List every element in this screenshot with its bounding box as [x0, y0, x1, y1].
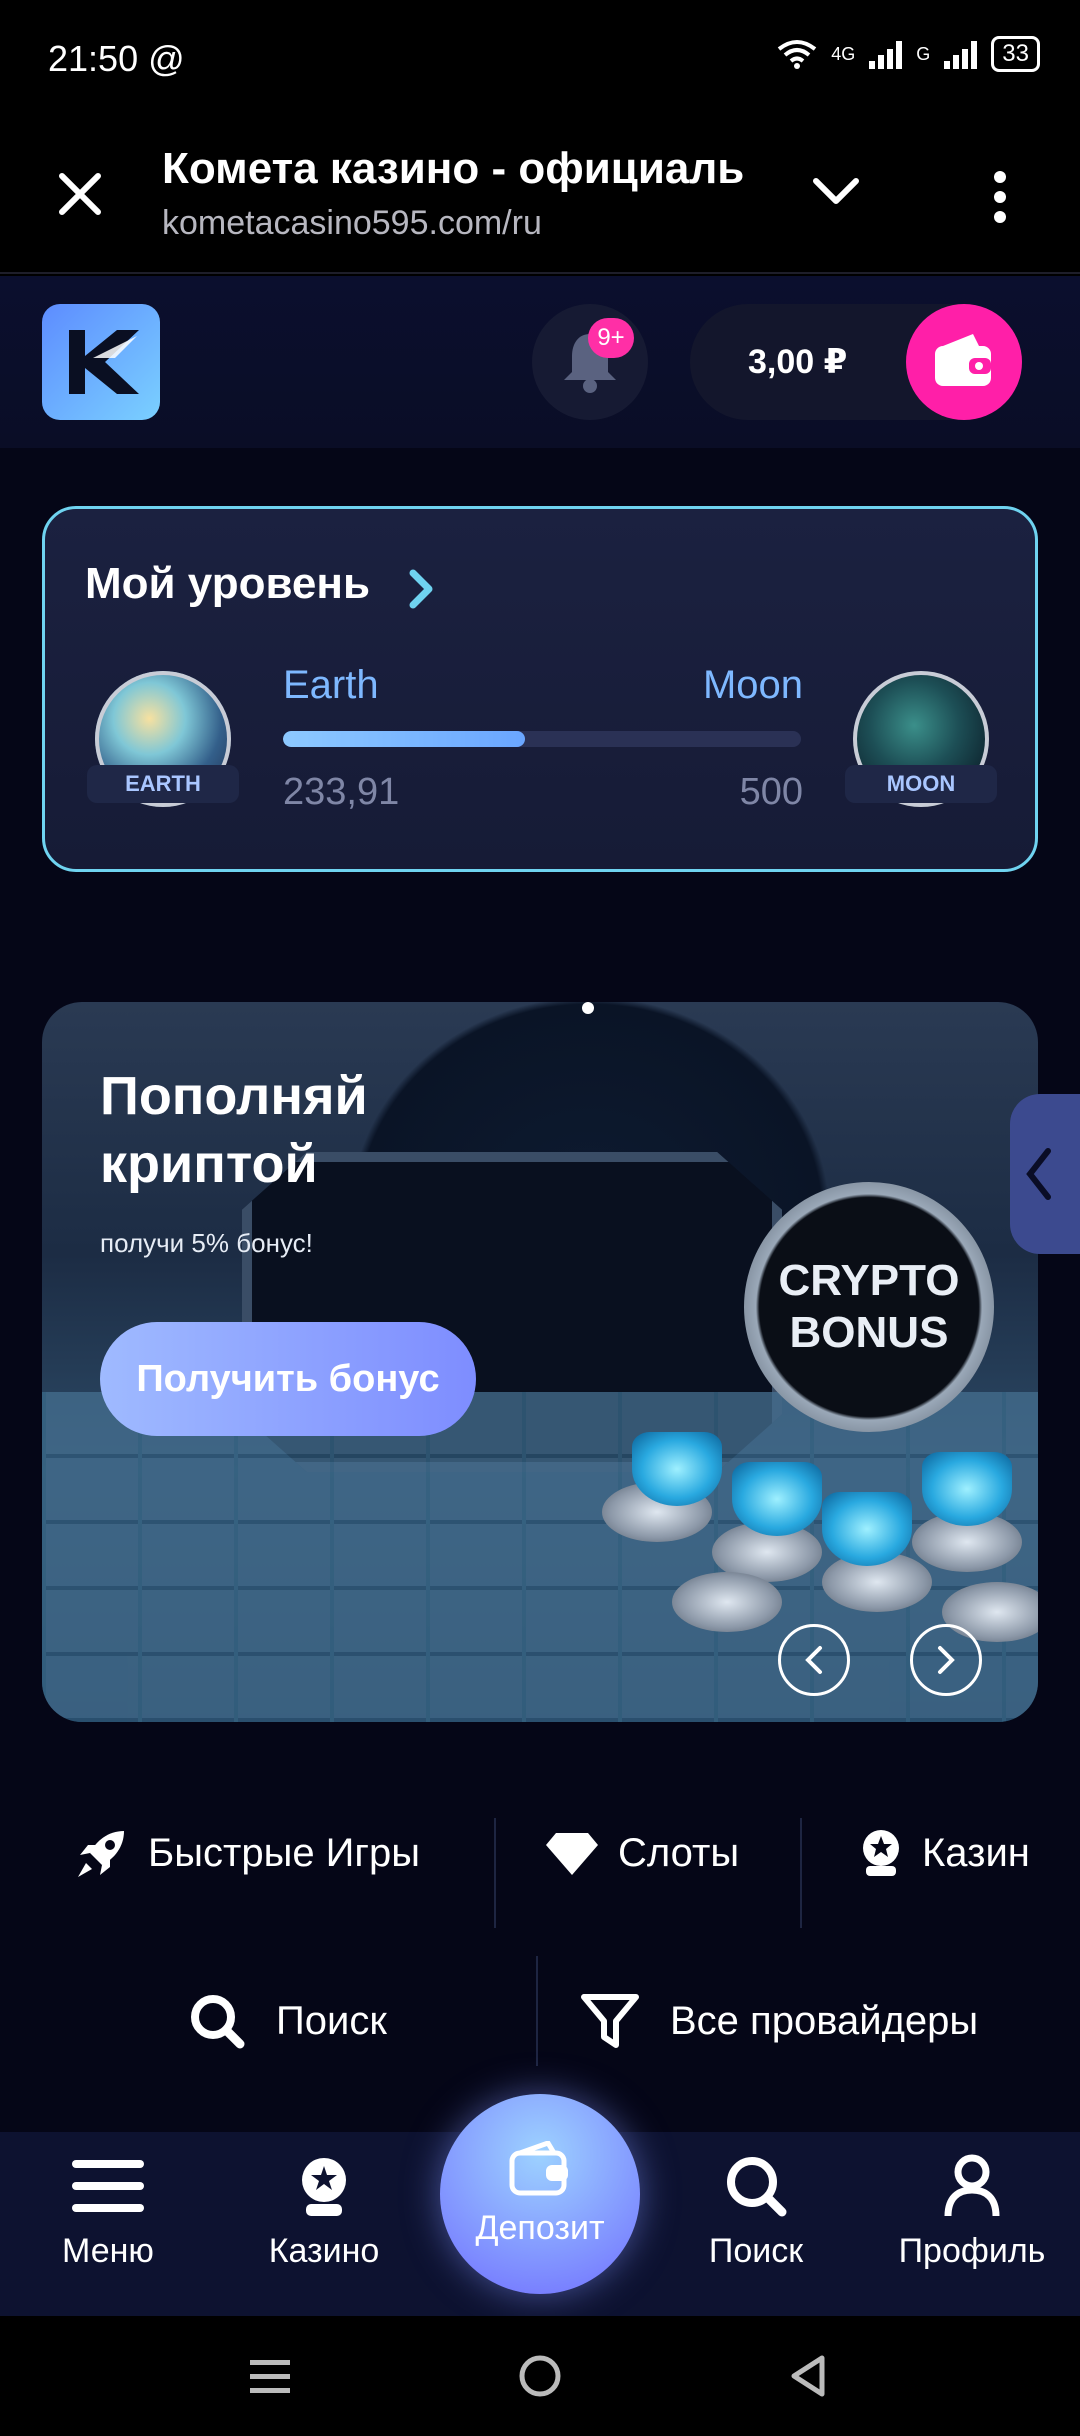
- providers-label: Все провайдеры: [670, 1998, 979, 2043]
- kometa-logo-icon: [69, 330, 139, 394]
- search-label: Поиск: [276, 1998, 387, 2043]
- status-bar: 21:50 @ 4G G 33: [0, 0, 1080, 118]
- nav-casino[interactable]: Казино: [234, 2154, 414, 2271]
- category-slots[interactable]: Слоты: [544, 1798, 739, 1908]
- next-level-name: Moon: [702, 663, 803, 707]
- games-search-button[interactable]: Поиск: [188, 1966, 387, 2076]
- browser-url[interactable]: kometacasino595.com/ru: [162, 204, 542, 243]
- system-navigation-bar: [0, 2316, 1080, 2436]
- wallet-icon: [935, 334, 991, 386]
- category-label: Слоты: [618, 1830, 740, 1875]
- carousel-indicator-dot: [582, 1002, 594, 1014]
- menu-icon: [72, 2160, 144, 2212]
- divider: [494, 1818, 496, 1928]
- nav-label: Поиск: [708, 2232, 804, 2270]
- promo-banner[interactable]: Пополняй криптой получи 5% бонус! Получи…: [42, 1002, 1038, 1722]
- divider: [800, 1818, 802, 1928]
- home-icon[interactable]: [508, 2344, 572, 2408]
- diamond-icon: [546, 1833, 598, 1875]
- nav-search[interactable]: Поиск: [666, 2154, 846, 2271]
- wallet-icon: [509, 2140, 568, 2195]
- nav-label: Профиль: [898, 2232, 1046, 2270]
- browser-page-title: Комета казино - официаль: [162, 144, 745, 193]
- deposit-button[interactable]: Депозит: [440, 2094, 640, 2294]
- nav-label: Меню: [62, 2232, 154, 2270]
- carousel-next-button[interactable]: [910, 1624, 982, 1696]
- level-title: Мой уровень: [85, 559, 371, 608]
- casino-icon: [863, 1830, 899, 1876]
- status-time: 21:50 @: [48, 38, 185, 80]
- clock-text: 21:50: [48, 38, 139, 79]
- banner-title: Пополняй криптой: [100, 1066, 368, 1194]
- rocket-icon: [78, 1831, 124, 1877]
- divider: [536, 1956, 538, 2066]
- recent-apps-icon[interactable]: [238, 2344, 302, 2408]
- coin-text-line1: CRYPTO: [778, 1256, 960, 1305]
- chevron-down-icon[interactable]: [806, 162, 866, 222]
- current-level-name: Earth: [283, 663, 379, 707]
- at-notification-icon: @: [148, 38, 185, 79]
- get-bonus-button[interactable]: Получить бонус: [100, 1322, 476, 1436]
- coin-text-line2: BONUS: [789, 1308, 949, 1357]
- games-toolbar: Поиск Все провайдеры: [0, 1956, 1080, 2076]
- nav-profile[interactable]: Профиль: [882, 2154, 1062, 2271]
- chevron-right-icon: [938, 1646, 955, 1674]
- nav-menu[interactable]: Меню: [18, 2154, 198, 2271]
- carousel-prev-button[interactable]: [778, 1624, 850, 1696]
- side-panel-toggle[interactable]: [1010, 1094, 1080, 1254]
- category-label: Быстрые Игры: [148, 1830, 421, 1875]
- notifications-badge: 9+: [588, 318, 634, 358]
- signal-icon: [869, 39, 903, 69]
- providers-filter-button[interactable]: Все провайдеры: [580, 1966, 978, 2076]
- banner-subtitle: получи 5% бонус!: [100, 1228, 313, 1258]
- close-icon[interactable]: [48, 162, 112, 226]
- status-indicators: 4G G 33: [777, 36, 1040, 72]
- browser-toolbar: Комета казино - официаль kometacasino595…: [0, 118, 1080, 274]
- current-points: 233,91: [283, 771, 400, 813]
- category-label: Казин: [922, 1830, 1030, 1875]
- chevron-right-icon[interactable]: [407, 569, 435, 609]
- user-icon: [944, 2154, 1000, 2217]
- more-options-icon[interactable]: [960, 162, 1040, 232]
- category-tabs: Быстрые Игры Слоты Казин: [0, 1798, 1080, 1928]
- chevron-left-icon: [1026, 1148, 1051, 1200]
- notifications-button[interactable]: [532, 304, 648, 420]
- network-type-label: 4G: [831, 43, 856, 64]
- site-logo[interactable]: [42, 304, 160, 420]
- category-casino[interactable]: Казин: [858, 1798, 1030, 1908]
- network-type-label-2: G: [916, 43, 931, 64]
- wallet-button[interactable]: [906, 304, 1022, 420]
- site-header: 9+ 3,00 ₽: [0, 276, 1080, 448]
- category-fast-games[interactable]: Быстрые Игры: [74, 1798, 420, 1908]
- filter-icon: [581, 1994, 639, 2048]
- level-progress-bar: [283, 731, 801, 747]
- balance-amount: 3,00 ₽: [748, 343, 848, 381]
- level-card[interactable]: Мой уровень EARTH Earth Moon 233,91 500 …: [42, 506, 1038, 872]
- nav-label: Казино: [268, 2232, 380, 2270]
- level-progress-fill: [283, 731, 526, 747]
- search-icon: [191, 1995, 245, 2049]
- web-page: 9+ 3,00 ₽ Мой уровень EARTH Earth Moon 2…: [0, 276, 1080, 2316]
- deposit-label: Депозит: [475, 2208, 605, 2247]
- battery-icon: 33: [991, 36, 1040, 72]
- search-icon: [727, 2157, 787, 2217]
- wifi-icon: [778, 40, 817, 69]
- moon-badge: MOON: [845, 765, 997, 803]
- casino-icon: [302, 2158, 346, 2216]
- target-points: 500: [739, 771, 803, 813]
- earth-badge: EARTH: [87, 765, 239, 803]
- balance-pill[interactable]: 3,00 ₽: [690, 304, 1022, 420]
- chevron-left-icon: [805, 1646, 822, 1674]
- signal-icon-2: [944, 39, 978, 69]
- crypto-bonus-coin: CRYPTO BONUS: [744, 1182, 994, 1432]
- back-icon[interactable]: [776, 2344, 840, 2408]
